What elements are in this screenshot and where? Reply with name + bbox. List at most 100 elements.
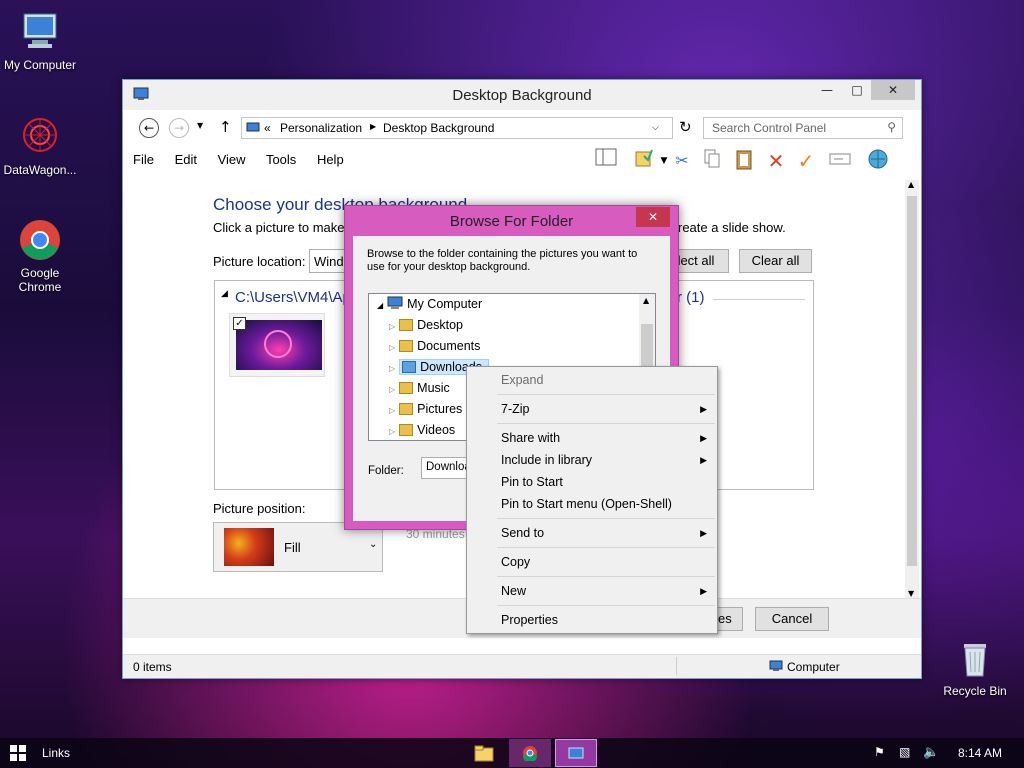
recent-pages-chevron-icon[interactable]: ▼ bbox=[197, 121, 203, 130]
desktop-icon-datawagon[interactable]: DataWagon... bbox=[0, 115, 80, 177]
clear-all-button[interactable]: Clear all bbox=[739, 249, 812, 273]
folder-group-count: r (1) bbox=[677, 289, 705, 306]
tree-item-pictures[interactable]: ▷ Pictures bbox=[389, 399, 462, 419]
menu-item-copy[interactable]: Copy bbox=[501, 552, 709, 572]
music-folder-icon bbox=[399, 382, 414, 394]
volume-muted-icon[interactable]: 🔈 bbox=[923, 744, 939, 760]
picture-location-label: Picture location: bbox=[213, 254, 306, 269]
taskbar-chrome-button[interactable] bbox=[509, 739, 551, 767]
desktop-icon-recycle-bin[interactable]: Recycle Bin bbox=[935, 636, 1015, 698]
tree-expanded-icon[interactable]: ◢ bbox=[377, 301, 383, 310]
folder-input[interactable]: Downloa bbox=[421, 457, 471, 479]
menu-help[interactable]: Help bbox=[317, 152, 344, 167]
menu-item-share-with[interactable]: Share with ▶ bbox=[501, 428, 709, 448]
menu-bar: File Edit View Tools Help bbox=[133, 152, 361, 167]
thumbnail-checkbox[interactable]: ✓ bbox=[233, 317, 246, 330]
delete-icon[interactable]: ✕ bbox=[763, 148, 789, 174]
menu-edit[interactable]: Edit bbox=[175, 152, 197, 167]
menu-separator bbox=[497, 605, 715, 606]
computer-icon bbox=[769, 659, 783, 676]
search-input[interactable]: Search Control Panel ⚲ bbox=[703, 117, 903, 139]
breadcrumb-personalization[interactable]: Personalization bbox=[280, 121, 362, 135]
scroll-down-icon[interactable]: ▼ bbox=[908, 589, 914, 598]
dialog-close-button[interactable]: ✕ bbox=[636, 207, 670, 227]
chrome-icon bbox=[522, 745, 538, 764]
download-folder-icon bbox=[402, 361, 417, 373]
desktop-icon-my-computer[interactable]: My Computer bbox=[0, 10, 80, 72]
vertical-scrollbar[interactable]: ▲ ▼ bbox=[905, 180, 919, 598]
tree-collapsed-icon[interactable]: ▷ bbox=[389, 343, 395, 352]
cut-icon[interactable]: ✂ bbox=[669, 148, 695, 174]
search-icon[interactable]: ⚲ bbox=[887, 120, 896, 134]
address-dropdown-icon[interactable]: ⌵ bbox=[652, 122, 659, 133]
tree-collapsed-icon[interactable]: ▷ bbox=[389, 364, 395, 373]
tree-item-music[interactable]: ▷ Music bbox=[389, 378, 450, 398]
paste-icon[interactable] bbox=[731, 148, 757, 174]
globe-icon[interactable] bbox=[865, 148, 891, 174]
forward-icon[interactable]: → bbox=[169, 118, 189, 138]
minimize-button[interactable]: — bbox=[813, 80, 841, 100]
menu-item-7zip[interactable]: 7-Zip ▶ bbox=[501, 399, 709, 419]
maximize-button[interactable]: □ bbox=[843, 80, 871, 100]
menu-item-pin-to-start-menu[interactable]: Pin to Start menu (Open-Shell) bbox=[501, 494, 709, 514]
menu-separator bbox=[497, 394, 715, 395]
checkmark-icon[interactable]: ✓ bbox=[793, 148, 819, 174]
tree-item-label: Music bbox=[417, 381, 450, 395]
tree-item-label: Videos bbox=[417, 423, 456, 437]
menu-item-include-in-library[interactable]: Include in library ▶ bbox=[501, 450, 709, 470]
clock[interactable]: 8:14 AM bbox=[958, 746, 1002, 760]
taskbar-control-panel-button[interactable] bbox=[555, 739, 597, 767]
tree-item-my-computer[interactable]: ◢ My Computer bbox=[377, 294, 482, 314]
tree-scrollbar-thumb[interactable] bbox=[641, 324, 653, 370]
tree-collapsed-icon[interactable]: ▷ bbox=[389, 406, 395, 415]
picture-location-select[interactable]: Windo bbox=[309, 249, 349, 273]
menu-item-send-to[interactable]: Send to ▶ bbox=[501, 523, 709, 543]
refresh-icon[interactable]: ↻ bbox=[679, 118, 692, 136]
cancel-button[interactable]: Cancel bbox=[755, 607, 829, 631]
rename-icon[interactable] bbox=[827, 148, 853, 174]
menu-item-new[interactable]: New ▶ bbox=[501, 581, 709, 601]
menu-item-label: Expand bbox=[501, 373, 544, 387]
folder-label: Folder: bbox=[368, 465, 404, 477]
copy-icon[interactable] bbox=[699, 148, 725, 174]
scroll-up-icon[interactable]: ▲ bbox=[908, 180, 914, 189]
start-windows-icon[interactable] bbox=[10, 745, 26, 764]
taskbar: Links ⚑ ▧ 🔈 8:14 AM bbox=[0, 738, 1024, 768]
menu-view[interactable]: View bbox=[218, 152, 246, 167]
tree-item-desktop[interactable]: ▷ Desktop bbox=[389, 315, 463, 335]
context-menu: Expand 7-Zip ▶ Share with ▶ Include in lib… bbox=[466, 366, 718, 634]
menu-item-properties[interactable]: Properties bbox=[501, 610, 709, 630]
breadcrumb-desktop-background[interactable]: Desktop Background bbox=[383, 121, 494, 135]
back-icon[interactable]: ← bbox=[139, 118, 159, 138]
collapse-group-icon[interactable]: ◢ bbox=[221, 289, 228, 299]
desktop-icon-chrome[interactable]: Google Chrome bbox=[0, 218, 80, 294]
wallpaper-thumbnail[interactable]: ✓ bbox=[229, 313, 325, 377]
network-icon[interactable]: ▧ bbox=[899, 745, 910, 759]
tree-collapsed-icon[interactable]: ▷ bbox=[389, 322, 395, 331]
status-item-count: 0 items bbox=[133, 660, 172, 674]
tree-item-documents[interactable]: ▷ Documents bbox=[389, 336, 480, 356]
dialog-title: Browse For Folder bbox=[449, 213, 574, 230]
menu-tools[interactable]: Tools bbox=[266, 152, 296, 167]
dialog-description: Browse to the folder containing the pict… bbox=[367, 248, 638, 273]
file-explorer-icon[interactable] bbox=[474, 744, 494, 765]
instructions-text-end: reate a slide show. bbox=[678, 220, 786, 235]
close-button[interactable]: ✕ bbox=[871, 80, 915, 100]
scroll-up-icon[interactable]: ▲ bbox=[643, 296, 649, 305]
links-toolbar[interactable]: Links bbox=[42, 746, 70, 760]
action-center-flag-icon[interactable]: ⚑ bbox=[874, 745, 885, 759]
scrollbar-thumb[interactable] bbox=[907, 196, 917, 566]
tree-collapsed-icon[interactable]: ▷ bbox=[389, 427, 395, 436]
menu-item-pin-to-start[interactable]: Pin to Start bbox=[501, 472, 709, 492]
preview-pane-icon[interactable] bbox=[593, 148, 619, 174]
tree-collapsed-icon[interactable]: ▷ bbox=[389, 385, 395, 394]
address-row: ← → ▼ ↑ « Personalization ▶ Desktop Back… bbox=[133, 116, 911, 140]
up-arrow-icon[interactable]: ↑ bbox=[219, 118, 232, 136]
menu-item-expand[interactable]: Expand bbox=[501, 370, 709, 390]
menu-file[interactable]: File bbox=[133, 152, 154, 167]
tree-item-videos[interactable]: ▷ Videos bbox=[389, 420, 455, 440]
address-bar[interactable]: « Personalization ▶ Desktop Background ⌵ bbox=[241, 117, 673, 139]
chevron-down-icon: ⌄ bbox=[369, 539, 378, 550]
computer-icon bbox=[387, 296, 403, 309]
neon-ring bbox=[264, 330, 292, 358]
